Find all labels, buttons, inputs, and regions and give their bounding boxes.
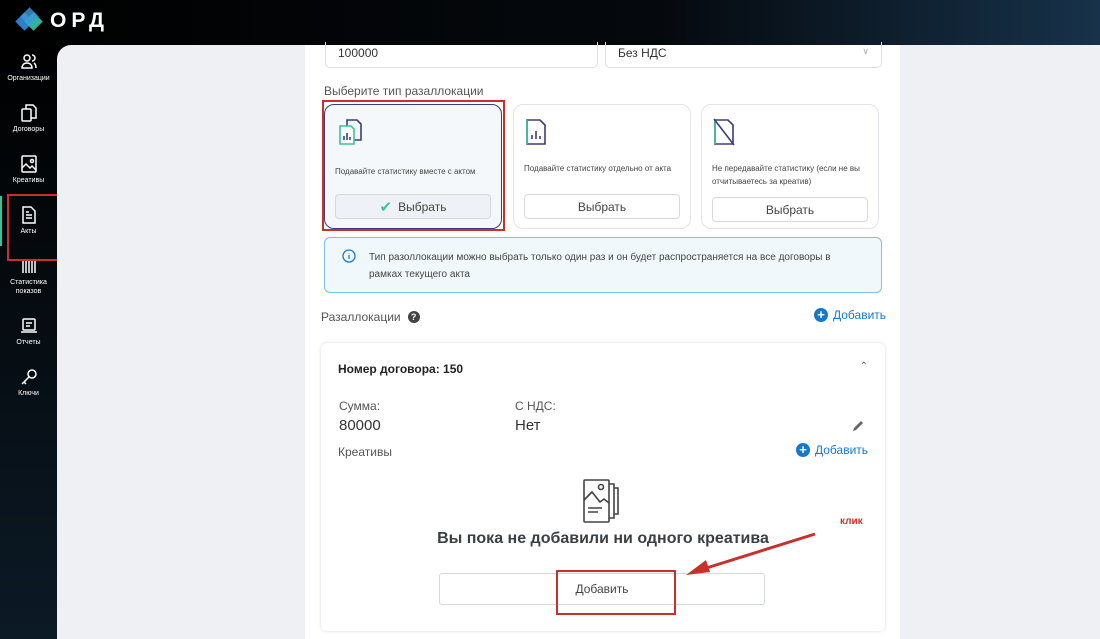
- button-label: Добавить: [833, 308, 887, 322]
- vat-label: С НДС:: [515, 399, 556, 413]
- button-label: Выбрать: [577, 199, 627, 214]
- allocation-option-none[interactable]: Не передавайте статистику (если не вы от…: [701, 104, 879, 229]
- documents-icon: [20, 104, 37, 122]
- sidebar-item-reports[interactable]: Отчеты: [0, 317, 57, 347]
- amount-input[interactable]: 100000: [325, 42, 598, 68]
- creatives-label: Креативы: [338, 445, 392, 459]
- no-stats-icon: [713, 118, 735, 146]
- image-icon: [20, 155, 37, 173]
- key-icon: [20, 369, 37, 385]
- allocations-header: Разаллокации?: [321, 310, 420, 324]
- report-icon: [20, 318, 37, 333]
- sidebar-item-label: Ключи: [18, 390, 39, 397]
- creative-placeholder-icon: [583, 479, 619, 523]
- sidebar-item-stats[interactable]: Статистика показов: [0, 257, 57, 296]
- vat-value: Без НДС: [618, 46, 667, 60]
- option-text: Подавайте статистику отдельно от акта: [524, 164, 672, 173]
- plus-icon: +: [814, 308, 828, 322]
- allocations-title: Разаллокации: [321, 310, 401, 324]
- sidebar-item-creatives[interactable]: Креативы: [0, 155, 57, 185]
- button-label: Добавить: [815, 443, 869, 457]
- info-icon: [342, 249, 356, 263]
- annotation-highlight: [322, 100, 505, 231]
- annotation-arrow: [686, 532, 816, 575]
- info-text: Тип разоллокации можно выбрать только од…: [369, 252, 831, 280]
- vat-value: Нет: [515, 417, 541, 434]
- users-icon: [20, 54, 37, 69]
- allocation-type-label: Выберите тип разаллокации: [324, 84, 484, 98]
- pencil-icon[interactable]: [851, 419, 865, 433]
- sidebar-item-keys[interactable]: Ключи: [0, 368, 57, 398]
- allocation-option-separate[interactable]: Подавайте статистику отдельно от акта Вы…: [513, 104, 691, 229]
- annotation-label: клик: [840, 516, 863, 527]
- add-allocation-button[interactable]: + Добавить: [814, 308, 886, 322]
- info-banner: Тип разоллокации можно выбрать только од…: [324, 237, 882, 293]
- help-icon[interactable]: ?: [407, 311, 420, 323]
- select-button[interactable]: Выбрать: [712, 197, 868, 222]
- sidebar-item-label: Статистика показов: [10, 279, 47, 295]
- sidebar-item-organizations[interactable]: Организации: [0, 53, 57, 83]
- logo-text: ОРД: [50, 9, 109, 32]
- plus-icon: +: [796, 443, 810, 457]
- select-button[interactable]: Выбрать: [524, 194, 680, 219]
- sum-label: Сумма:: [339, 399, 381, 413]
- stats-document-icon: [526, 119, 546, 145]
- sidebar-item-label: Отчеты: [16, 339, 41, 346]
- contract-title: Номер договора: 150: [338, 362, 464, 376]
- chevron-down-icon: ∨: [862, 46, 869, 56]
- top-bar: ОРД: [0, 0, 1100, 45]
- sum-value: 80000: [339, 417, 381, 434]
- add-creative-link[interactable]: + Добавить: [796, 443, 868, 457]
- sidebar-item-contracts[interactable]: Договоры: [0, 104, 57, 134]
- sidebar-item-label: Креативы: [12, 177, 45, 184]
- chevron-up-icon[interactable]: ⌃: [860, 361, 868, 372]
- sidebar-item-label: Организации: [7, 75, 50, 82]
- vat-select[interactable]: Без НДС ∨: [605, 42, 882, 68]
- sidebar-item-label: Договоры: [12, 126, 45, 133]
- amount-value: 100000: [338, 46, 379, 60]
- button-label: Выбрать: [765, 202, 815, 217]
- option-text: Не передавайте статистику (если не вы от…: [712, 164, 860, 186]
- annotation-highlight: [556, 570, 676, 615]
- logo-icon: [15, 7, 43, 34]
- logo[interactable]: ОРД: [15, 7, 109, 34]
